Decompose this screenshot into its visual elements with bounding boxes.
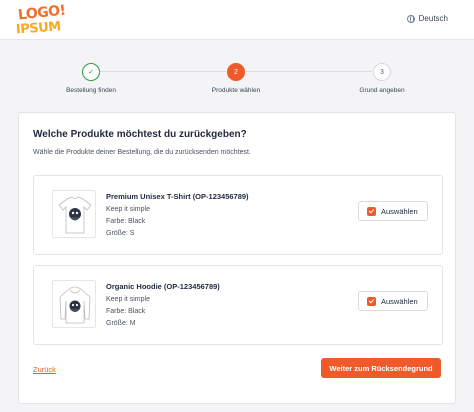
product-item[interactable]: Premium Unisex T-Shirt (OP-123456789) Ke…: [33, 175, 443, 255]
select-label: Auswählen: [381, 206, 418, 216]
check-icon: ✓: [88, 69, 94, 76]
back-link[interactable]: Zurück: [33, 365, 56, 374]
product-color: Farbe: Black: [106, 308, 146, 315]
step-connector: [246, 71, 372, 72]
product-variant: Keep it simple: [106, 206, 150, 213]
progress-stepper: ✓ Bestellung finden 2 Produkte wählen 3 …: [0, 56, 474, 106]
select-product-button[interactable]: Auswählen: [358, 201, 428, 221]
step-2-number: 2: [234, 68, 238, 76]
page-subtitle: Wähle die Produkte deiner Bestellung, di…: [33, 149, 251, 156]
step-3-label: Grund angeben: [359, 87, 405, 94]
step-1-indicator: ✓: [82, 63, 100, 81]
step-1-label: Bestellung finden: [66, 87, 116, 94]
checkbox-checked-icon[interactable]: [367, 296, 376, 306]
step-connector: [100, 71, 226, 72]
checkbox-checked-icon[interactable]: [367, 206, 376, 216]
product-color: Farbe: Black: [106, 218, 146, 225]
product-size: Größe: M: [106, 320, 136, 327]
product-image: [52, 190, 96, 238]
product-name: Organic Hoodie (OP-123456789): [106, 282, 220, 291]
product-name: Premium Unisex T-Shirt (OP-123456789): [106, 192, 249, 201]
hoodie-icon: [59, 286, 91, 324]
product-size: Größe: S: [106, 230, 135, 237]
step-3-number: 3: [380, 68, 384, 76]
logo[interactable]: LOGO! IPSUM: [15, 3, 68, 38]
globe-icon: [406, 14, 415, 23]
product-image: [52, 280, 96, 328]
product-selection-card: Welche Produkte möchtest du zurückgeben?…: [18, 112, 456, 404]
language-selector[interactable]: Deutsch: [406, 14, 448, 23]
product-variant: Keep it simple: [106, 296, 150, 303]
product-item[interactable]: Organic Hoodie (OP-123456789) Keep it si…: [33, 265, 443, 345]
tshirt-icon: [58, 196, 92, 234]
select-product-button[interactable]: Auswählen: [358, 291, 428, 311]
language-label: Deutsch: [418, 14, 448, 23]
top-header: LOGO! IPSUM Deutsch: [0, 0, 474, 40]
step-3-indicator: 3: [373, 63, 391, 81]
select-label: Auswählen: [381, 296, 418, 306]
step-2-indicator: 2: [227, 63, 245, 81]
page-title: Welche Produkte möchtest du zurückgeben?: [33, 129, 247, 140]
step-2-label: Produkte wählen: [211, 87, 261, 94]
continue-button[interactable]: Weiter zum Rücksendegrund: [321, 358, 441, 378]
logo-text-line2: IPSUM: [15, 19, 62, 38]
